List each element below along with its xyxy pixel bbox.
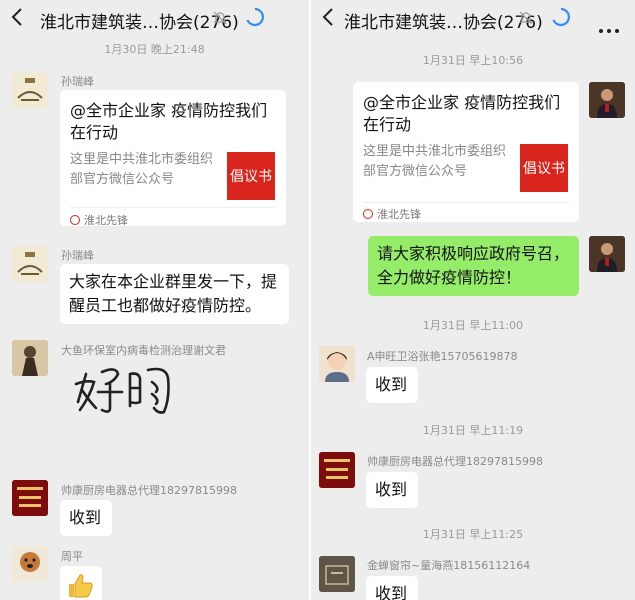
article-card[interactable]: @全市企业家 疫情防控我们在行动 这里是中共淮北市委组织部官方微信公众号 倡议书… <box>60 90 286 228</box>
sender-name: 帅康厨房电器总代理18297815998 <box>367 455 543 468</box>
card-description: 这里是中共淮北市委组织部官方微信公众号 <box>70 152 214 187</box>
official-account-icon <box>363 209 373 219</box>
sender-name: 帅康厨房电器总代理18297815998 <box>61 484 237 497</box>
timestamp: 1月31日 早上10:56 <box>422 54 524 67</box>
message-bubble[interactable]: 大家在本企业群里发一下，提醒员工也都做好疫情防控。 <box>60 264 289 324</box>
avatar[interactable] <box>12 246 48 282</box>
card-source-name: 淮北先锋 <box>377 208 421 221</box>
timestamp: 1月31日 早上11:19 <box>422 424 524 437</box>
my-message-bubble[interactable]: 请大家积极响应政府号召，全力做好疫情防控！ <box>368 236 579 296</box>
thumbs-up-icon <box>69 574 93 598</box>
card-thumbnail: 倡议书 <box>520 144 568 192</box>
card-title: @全市企业家 疫情防控我们在行动 <box>70 101 268 142</box>
message-bubble[interactable]: 收到 <box>366 367 418 403</box>
message-bubble[interactable]: 收到 <box>366 576 418 600</box>
sender-name: A申旺卫浴张艳15705619878 <box>367 350 518 363</box>
thumbs-up-bubble[interactable] <box>60 566 102 600</box>
avatar[interactable] <box>12 546 48 582</box>
timestamp: 1月31日 早上11:00 <box>422 319 524 332</box>
screenshot-pair: 淮北市建筑装…协会(276) 1月30日 晚上21:48 孙瑞峰 @全市企业家 … <box>0 0 635 600</box>
mute-bell-icon <box>213 10 227 30</box>
message-bubble[interactable]: 收到 <box>60 500 112 536</box>
sender-name: 大鱼环保室内病毒检测治理谢文君 <box>61 344 226 357</box>
sender-name: 金蝉窗帘~童海燕18156112164 <box>367 559 531 572</box>
article-card[interactable]: @全市企业家 疫情防控我们在行动 这里是中共淮北市委组织部官方微信公众号 倡议书… <box>353 82 579 222</box>
my-avatar[interactable] <box>589 236 625 272</box>
card-divider <box>70 207 276 208</box>
loading-spinner-icon <box>245 7 265 31</box>
back-arrow-icon[interactable] <box>321 7 335 32</box>
sender-name: 周平 <box>61 550 83 563</box>
timestamp: 1月31日 早上11:25 <box>422 528 524 541</box>
chat-header: 淮北市建筑装…协会(276) <box>311 0 635 38</box>
card-description: 这里是中共淮北市委组织部官方微信公众号 <box>363 144 507 179</box>
left-chat-screen: 淮北市建筑装…协会(276) 1月30日 晚上21:48 孙瑞峰 @全市企业家 … <box>0 0 309 600</box>
chat-title[interactable]: 淮北市建筑装…协会(276) <box>40 8 239 33</box>
avatar[interactable] <box>319 556 355 592</box>
card-title: @全市企业家 疫情防控我们在行动 <box>363 93 561 134</box>
sender-name: 孙瑞峰 <box>61 75 94 88</box>
card-divider <box>363 202 569 203</box>
avatar[interactable] <box>319 346 355 382</box>
chat-title[interactable]: 淮北市建筑装…协会(276) <box>344 8 543 33</box>
mute-bell-icon <box>519 10 533 30</box>
avatar[interactable] <box>319 452 355 488</box>
official-account-icon <box>70 215 80 225</box>
loading-spinner-icon <box>551 7 571 31</box>
avatar[interactable] <box>12 480 48 516</box>
chat-header: 淮北市建筑装…协会(276) <box>0 0 309 38</box>
handwriting-image <box>74 367 170 414</box>
message-bubble[interactable]: 收到 <box>366 472 418 508</box>
sender-name: 孙瑞峰 <box>61 249 94 262</box>
card-thumbnail: 倡议书 <box>227 152 275 200</box>
my-avatar[interactable] <box>589 82 625 118</box>
timestamp: 1月30日 晚上21:48 <box>104 43 205 56</box>
card-source-name: 淮北先锋 <box>84 214 128 227</box>
avatar[interactable] <box>12 340 48 376</box>
card-source: 淮北先锋 <box>70 212 128 228</box>
more-options-icon[interactable] <box>599 18 619 37</box>
right-chat-screen: 淮北市建筑装…协会(276) 1月31日 早上10:56 @全市企业家 疫情防控… <box>311 0 635 600</box>
card-source: 淮北先锋 <box>363 206 421 222</box>
handwritten-sticker[interactable] <box>72 358 180 420</box>
avatar[interactable] <box>12 72 48 108</box>
back-arrow-icon[interactable] <box>10 7 24 32</box>
